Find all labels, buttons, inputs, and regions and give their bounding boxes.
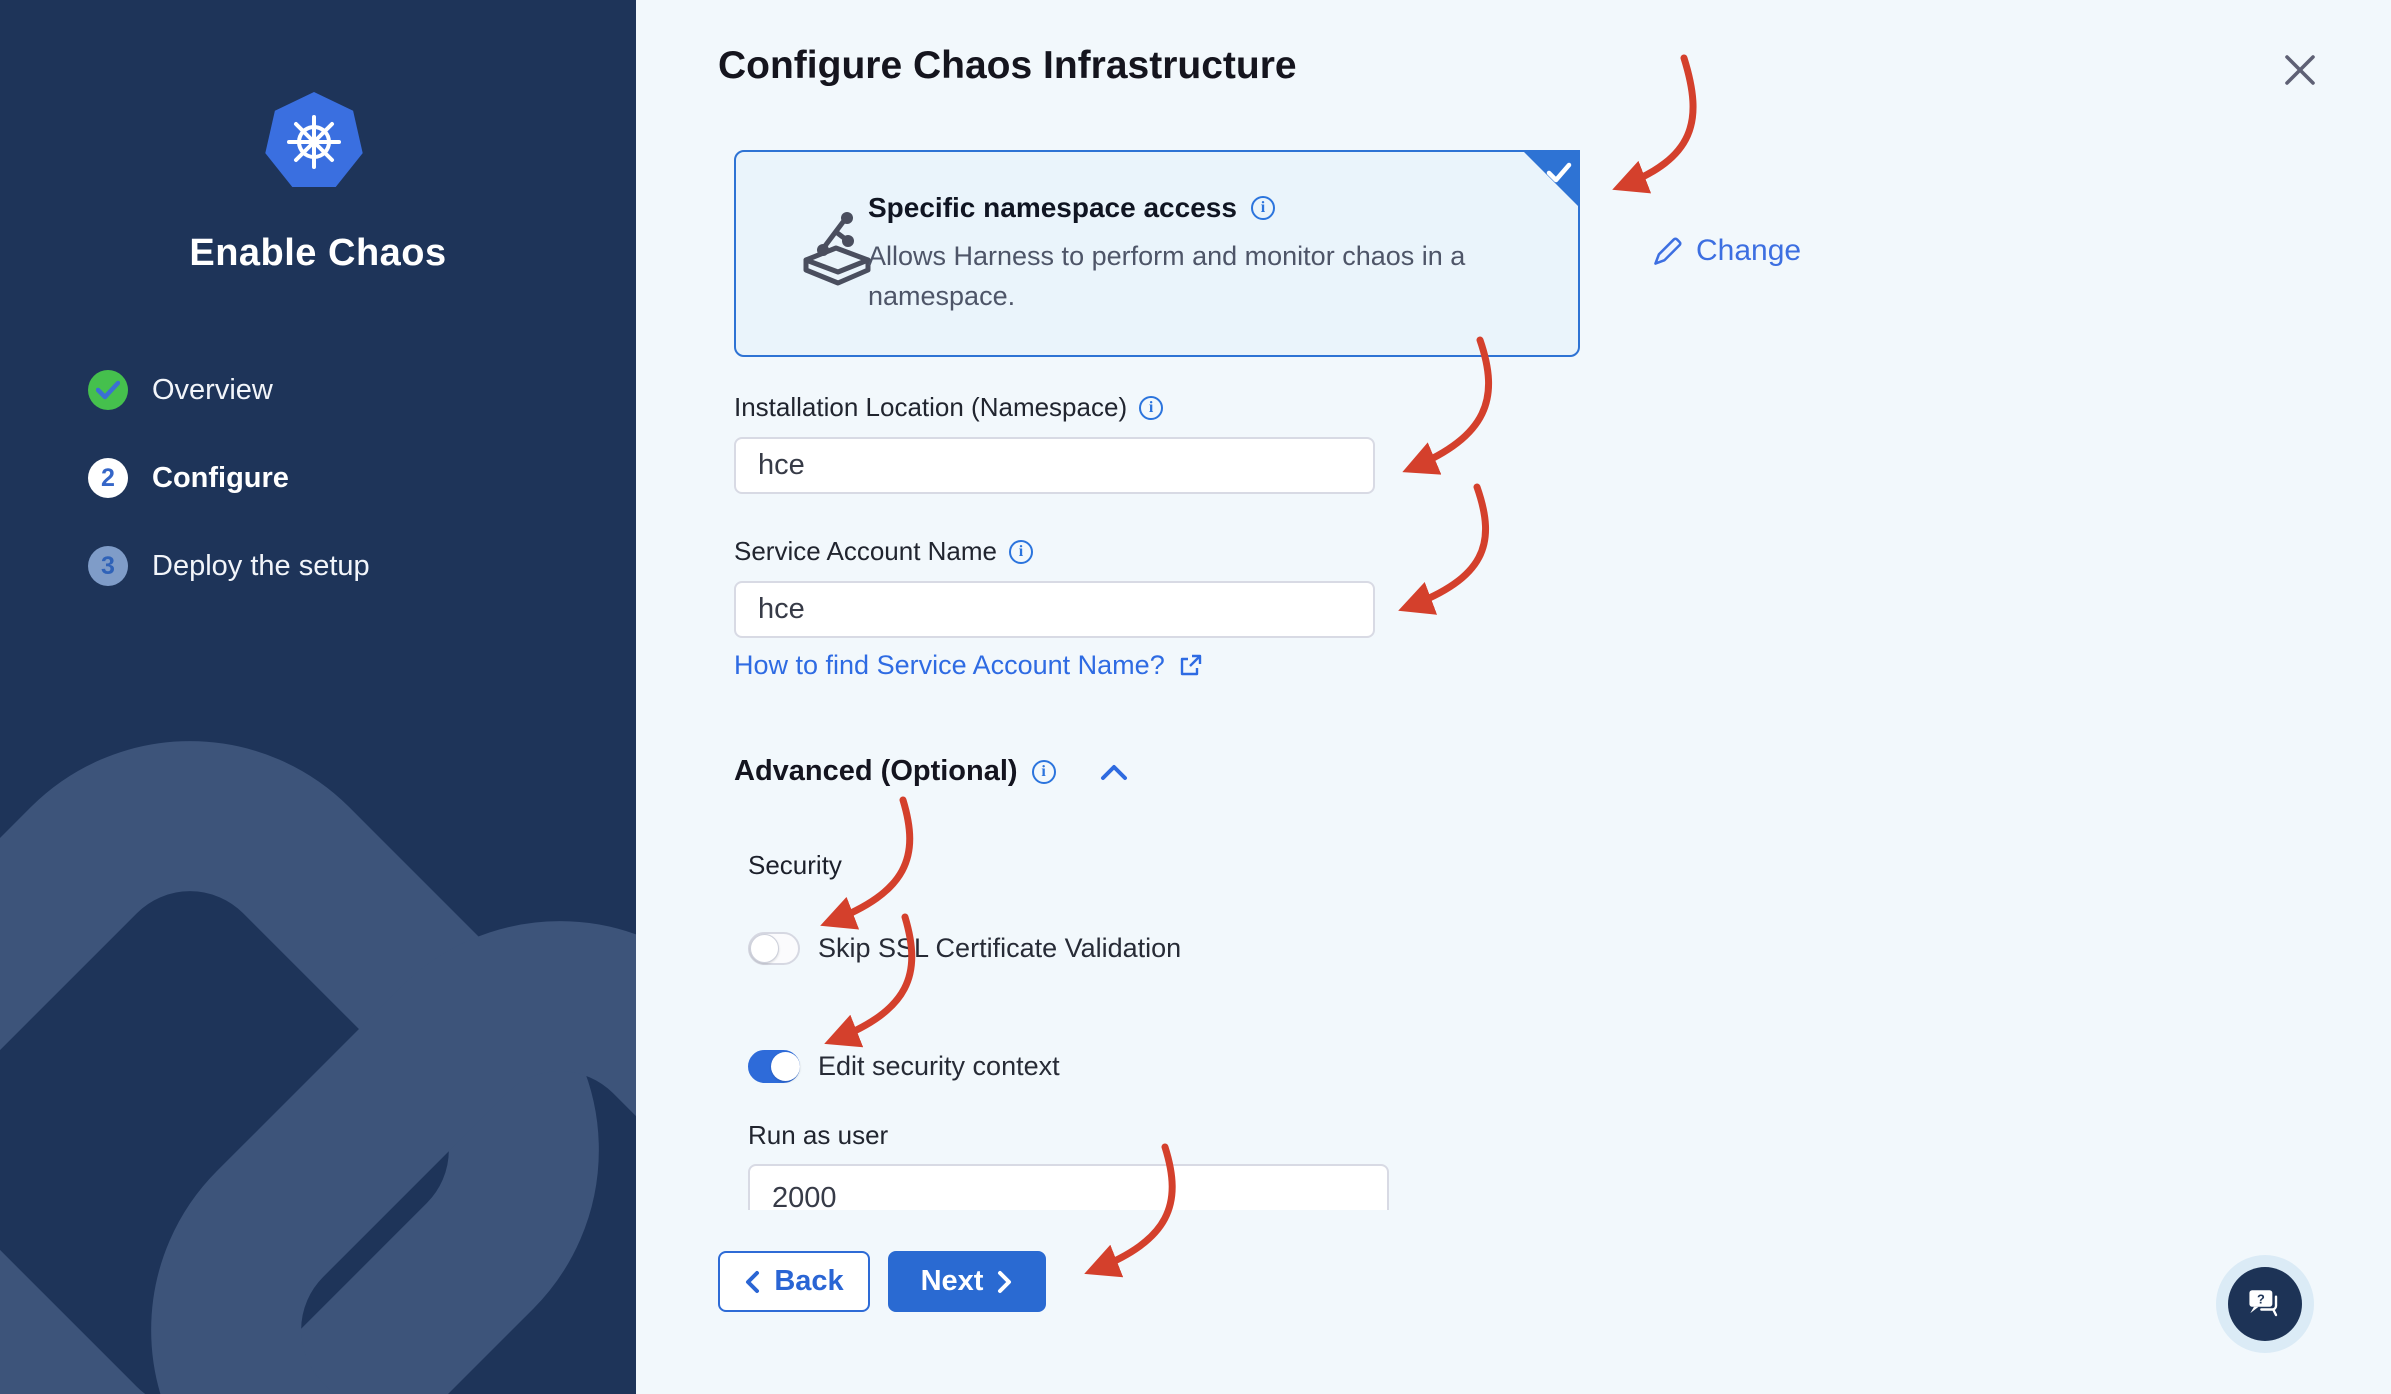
scroll-clipped-region	[748, 1164, 1393, 1210]
access-card-description: Allows Harness to perform and monitor ch…	[868, 241, 1466, 311]
step-complete-badge	[88, 370, 128, 410]
change-label: Change	[1696, 234, 1802, 267]
change-link[interactable]: Change	[1652, 234, 1801, 268]
security-group-label: Security	[748, 850, 842, 880]
kubernetes-helm-icon	[287, 115, 341, 169]
step-label: Overview	[152, 373, 273, 406]
step-number-badge: 2	[88, 458, 128, 498]
step-label: Configure	[152, 461, 289, 494]
step-configure[interactable]: 2 Configure	[88, 458, 370, 498]
namespace-access-card[interactable]: Specific namespace access i Allows Harne…	[734, 150, 1580, 357]
configure-dialog: Configure Chaos Infrastructure Specific …	[636, 0, 2391, 1394]
info-icon[interactable]: i	[1250, 196, 1275, 220]
chevron-up-icon	[1100, 764, 1127, 780]
back-label: Back	[774, 1265, 844, 1297]
wizard-sidebar: Enable Chaos Overview 2 Configure 3 Depl…	[0, 0, 636, 1394]
chevron-left-icon	[746, 1270, 760, 1293]
edit-security-context-label: Edit security context	[818, 1051, 1060, 1081]
step-label: Deploy the setup	[152, 549, 370, 582]
skip-ssl-label: Skip SSL Certificate Validation	[818, 933, 1182, 963]
info-icon[interactable]: i	[1031, 759, 1056, 784]
help-link-label: How to find Service Account Name?	[734, 650, 1165, 680]
check-icon	[96, 380, 120, 400]
kubernetes-logo	[265, 92, 363, 187]
toggle-knob	[750, 934, 779, 963]
external-link-icon	[1180, 654, 1201, 675]
service-account-label: Service Account Name	[734, 536, 998, 566]
service-account-input[interactable]	[734, 581, 1375, 638]
svg-text:?: ?	[2257, 1292, 2265, 1307]
step-overview[interactable]: Overview	[88, 370, 370, 410]
advanced-section-title: Advanced (Optional)	[734, 755, 1018, 787]
run-as-user-input[interactable]	[748, 1164, 1389, 1210]
access-card-title: Specific namespace access	[868, 192, 1237, 223]
namespace-label: Installation Location (Namespace)	[734, 392, 1128, 422]
close-icon	[2285, 55, 2315, 85]
next-label: Next	[920, 1265, 984, 1297]
toggle-knob	[771, 1052, 800, 1081]
selected-check-icon	[1546, 162, 1572, 183]
edit-security-context-toggle[interactable]	[748, 1050, 800, 1083]
step-number-badge: 3	[88, 546, 128, 586]
run-as-user-label: Run as user	[748, 1120, 889, 1150]
pencil-icon	[1654, 237, 1682, 265]
chat-question-icon: ?	[2249, 1290, 2278, 1317]
dialog-title: Configure Chaos Infrastructure	[718, 44, 1297, 87]
wizard-steps: Overview 2 Configure 3 Deploy the setup	[88, 370, 370, 634]
collapse-advanced-button[interactable]	[1100, 763, 1128, 781]
service-account-help-link[interactable]: How to find Service Account Name?	[734, 650, 1203, 681]
harness-watermark	[0, 741, 636, 1394]
namespace-input[interactable]	[734, 437, 1375, 494]
step-deploy[interactable]: 3 Deploy the setup	[88, 546, 370, 586]
close-button[interactable]	[2278, 48, 2322, 92]
help-chat-fab[interactable]: ?	[2228, 1267, 2302, 1341]
wizard-title: Enable Chaos	[189, 232, 447, 274]
skip-ssl-toggle[interactable]	[748, 932, 800, 965]
next-button[interactable]: Next	[888, 1251, 1046, 1312]
namespace-icon	[803, 212, 871, 286]
info-icon[interactable]: i	[1009, 539, 1034, 564]
info-icon[interactable]: i	[1139, 395, 1164, 420]
back-button[interactable]: Back	[718, 1251, 870, 1312]
chevron-right-icon	[998, 1270, 1012, 1293]
